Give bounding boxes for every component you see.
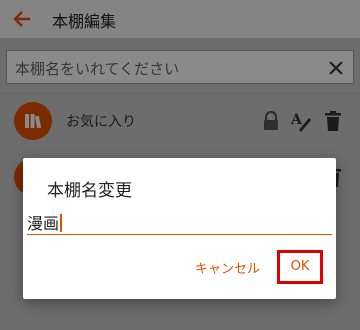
shelf-name-input[interactable]: 漫画	[27, 209, 332, 235]
cancel-button[interactable]: キャンセル	[195, 258, 260, 277]
dialog-title: 本棚名変更	[47, 181, 132, 201]
shelf-name-value: 漫画	[27, 210, 62, 234]
ok-button[interactable]: OK	[277, 250, 323, 284]
rename-dialog: 本棚名変更 漫画 キャンセル OK	[23, 158, 336, 299]
text-caret	[60, 214, 62, 232]
